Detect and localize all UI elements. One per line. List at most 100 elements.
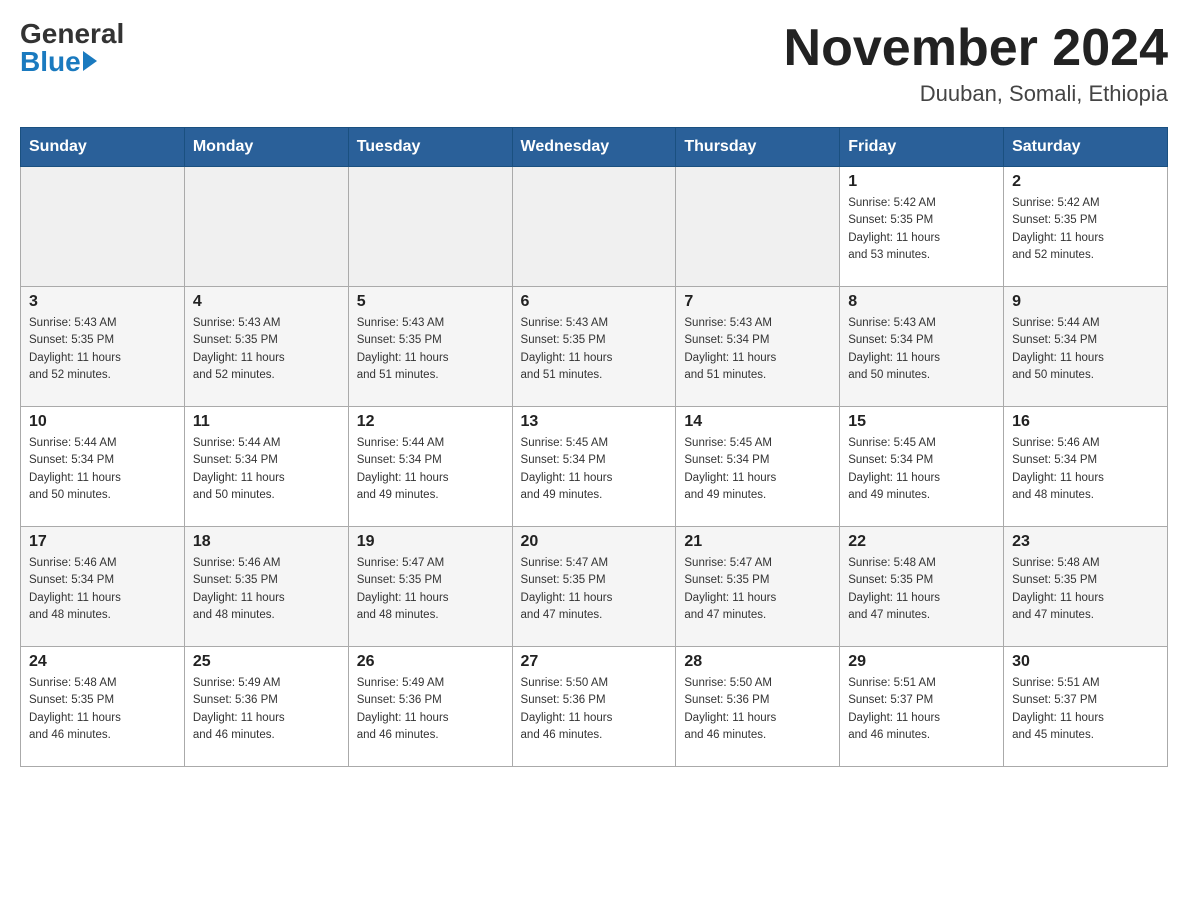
table-row: 25 Sunrise: 5:49 AM Sunset: 5:36 PM Dayli… xyxy=(184,647,348,767)
day-number: 8 xyxy=(848,293,995,311)
day-number: 5 xyxy=(357,293,504,311)
day-info: Sunrise: 5:45 AM Sunset: 5:34 PM Dayligh… xyxy=(521,435,668,504)
calendar-week-row: 17 Sunrise: 5:46 AM Sunset: 5:34 PM Dayli… xyxy=(21,527,1168,647)
day-info: Sunrise: 5:43 AM Sunset: 5:34 PM Dayligh… xyxy=(684,315,831,384)
table-row xyxy=(676,167,840,287)
table-row: 10 Sunrise: 5:44 AM Sunset: 5:34 PM Dayli… xyxy=(21,407,185,527)
day-number: 12 xyxy=(357,413,504,431)
day-number: 26 xyxy=(357,653,504,671)
table-row: 8 Sunrise: 5:43 AM Sunset: 5:34 PM Daylig… xyxy=(840,287,1004,407)
day-info: Sunrise: 5:46 AM Sunset: 5:34 PM Dayligh… xyxy=(1012,435,1159,504)
day-info: Sunrise: 5:51 AM Sunset: 5:37 PM Dayligh… xyxy=(1012,675,1159,744)
day-number: 27 xyxy=(521,653,668,671)
day-info: Sunrise: 5:43 AM Sunset: 5:35 PM Dayligh… xyxy=(29,315,176,384)
day-info: Sunrise: 5:42 AM Sunset: 5:35 PM Dayligh… xyxy=(1012,195,1159,264)
title-section: November 2024 Duuban, Somali, Ethiopia xyxy=(784,20,1168,107)
day-number: 16 xyxy=(1012,413,1159,431)
day-info: Sunrise: 5:48 AM Sunset: 5:35 PM Dayligh… xyxy=(848,555,995,624)
day-info: Sunrise: 5:47 AM Sunset: 5:35 PM Dayligh… xyxy=(521,555,668,624)
table-row: 4 Sunrise: 5:43 AM Sunset: 5:35 PM Daylig… xyxy=(184,287,348,407)
page-header: General Blue November 2024 Duuban, Somal… xyxy=(20,20,1168,107)
calendar-header-row: Sunday Monday Tuesday Wednesday Thursday… xyxy=(21,128,1168,167)
calendar-week-row: 1 Sunrise: 5:42 AM Sunset: 5:35 PM Daylig… xyxy=(21,167,1168,287)
day-number: 19 xyxy=(357,533,504,551)
table-row: 12 Sunrise: 5:44 AM Sunset: 5:34 PM Dayli… xyxy=(348,407,512,527)
day-info: Sunrise: 5:44 AM Sunset: 5:34 PM Dayligh… xyxy=(29,435,176,504)
header-tuesday: Tuesday xyxy=(348,128,512,167)
day-info: Sunrise: 5:48 AM Sunset: 5:35 PM Dayligh… xyxy=(1012,555,1159,624)
table-row: 20 Sunrise: 5:47 AM Sunset: 5:35 PM Dayli… xyxy=(512,527,676,647)
day-info: Sunrise: 5:43 AM Sunset: 5:35 PM Dayligh… xyxy=(357,315,504,384)
logo: General Blue xyxy=(20,20,124,76)
header-friday: Friday xyxy=(840,128,1004,167)
day-info: Sunrise: 5:44 AM Sunset: 5:34 PM Dayligh… xyxy=(193,435,340,504)
day-info: Sunrise: 5:45 AM Sunset: 5:34 PM Dayligh… xyxy=(848,435,995,504)
table-row: 11 Sunrise: 5:44 AM Sunset: 5:34 PM Dayli… xyxy=(184,407,348,527)
day-number: 2 xyxy=(1012,173,1159,191)
month-year-title: November 2024 xyxy=(784,20,1168,77)
day-number: 24 xyxy=(29,653,176,671)
day-number: 6 xyxy=(521,293,668,311)
day-number: 29 xyxy=(848,653,995,671)
day-info: Sunrise: 5:46 AM Sunset: 5:35 PM Dayligh… xyxy=(193,555,340,624)
table-row: 16 Sunrise: 5:46 AM Sunset: 5:34 PM Dayli… xyxy=(1004,407,1168,527)
day-info: Sunrise: 5:43 AM Sunset: 5:35 PM Dayligh… xyxy=(193,315,340,384)
day-number: 17 xyxy=(29,533,176,551)
table-row: 5 Sunrise: 5:43 AM Sunset: 5:35 PM Daylig… xyxy=(348,287,512,407)
table-row: 2 Sunrise: 5:42 AM Sunset: 5:35 PM Daylig… xyxy=(1004,167,1168,287)
day-number: 25 xyxy=(193,653,340,671)
table-row: 14 Sunrise: 5:45 AM Sunset: 5:34 PM Dayli… xyxy=(676,407,840,527)
table-row: 27 Sunrise: 5:50 AM Sunset: 5:36 PM Dayli… xyxy=(512,647,676,767)
day-number: 10 xyxy=(29,413,176,431)
day-number: 3 xyxy=(29,293,176,311)
logo-general-text: General xyxy=(20,20,124,48)
day-info: Sunrise: 5:43 AM Sunset: 5:35 PM Dayligh… xyxy=(521,315,668,384)
day-number: 20 xyxy=(521,533,668,551)
table-row: 3 Sunrise: 5:43 AM Sunset: 5:35 PM Daylig… xyxy=(21,287,185,407)
day-number: 14 xyxy=(684,413,831,431)
day-number: 18 xyxy=(193,533,340,551)
header-monday: Monday xyxy=(184,128,348,167)
logo-blue-text: Blue xyxy=(20,48,81,76)
table-row xyxy=(348,167,512,287)
table-row: 18 Sunrise: 5:46 AM Sunset: 5:35 PM Dayli… xyxy=(184,527,348,647)
table-row: 9Sunrise: 5:44 AM Sunset: 5:34 PM Daylig… xyxy=(1004,287,1168,407)
header-thursday: Thursday xyxy=(676,128,840,167)
table-row: 30Sunrise: 5:51 AM Sunset: 5:37 PM Dayli… xyxy=(1004,647,1168,767)
day-info: Sunrise: 5:46 AM Sunset: 5:34 PM Dayligh… xyxy=(29,555,176,624)
day-number: 4 xyxy=(193,293,340,311)
table-row: 13 Sunrise: 5:45 AM Sunset: 5:34 PM Dayli… xyxy=(512,407,676,527)
day-info: Sunrise: 5:50 AM Sunset: 5:36 PM Dayligh… xyxy=(521,675,668,744)
location-subtitle: Duuban, Somali, Ethiopia xyxy=(784,81,1168,107)
table-row: 21Sunrise: 5:47 AM Sunset: 5:35 PM Dayli… xyxy=(676,527,840,647)
day-info: Sunrise: 5:43 AM Sunset: 5:34 PM Dayligh… xyxy=(848,315,995,384)
table-row: 23Sunrise: 5:48 AM Sunset: 5:35 PM Dayli… xyxy=(1004,527,1168,647)
day-number: 11 xyxy=(193,413,340,431)
table-row: 28 Sunrise: 5:50 AM Sunset: 5:36 PM Dayli… xyxy=(676,647,840,767)
day-number: 1 xyxy=(848,173,995,191)
calendar-week-row: 3 Sunrise: 5:43 AM Sunset: 5:35 PM Daylig… xyxy=(21,287,1168,407)
calendar-week-row: 24 Sunrise: 5:48 AM Sunset: 5:35 PM Dayli… xyxy=(21,647,1168,767)
day-info: Sunrise: 5:44 AM Sunset: 5:34 PM Dayligh… xyxy=(357,435,504,504)
table-row: 6 Sunrise: 5:43 AM Sunset: 5:35 PM Daylig… xyxy=(512,287,676,407)
table-row: 17 Sunrise: 5:46 AM Sunset: 5:34 PM Dayli… xyxy=(21,527,185,647)
day-info: Sunrise: 5:47 AM Sunset: 5:35 PM Dayligh… xyxy=(357,555,504,624)
header-sunday: Sunday xyxy=(21,128,185,167)
day-info: Sunrise: 5:45 AM Sunset: 5:34 PM Dayligh… xyxy=(684,435,831,504)
day-number: 28 xyxy=(684,653,831,671)
day-info: Sunrise: 5:44 AM Sunset: 5:34 PM Dayligh… xyxy=(1012,315,1159,384)
day-info: Sunrise: 5:50 AM Sunset: 5:36 PM Dayligh… xyxy=(684,675,831,744)
day-number: 13 xyxy=(521,413,668,431)
calendar-week-row: 10 Sunrise: 5:44 AM Sunset: 5:34 PM Dayli… xyxy=(21,407,1168,527)
day-info: Sunrise: 5:49 AM Sunset: 5:36 PM Dayligh… xyxy=(193,675,340,744)
day-info: Sunrise: 5:51 AM Sunset: 5:37 PM Dayligh… xyxy=(848,675,995,744)
table-row: 1Sunrise: 5:42 AM Sunset: 5:35 PM Daylig… xyxy=(840,167,1004,287)
table-row: 24 Sunrise: 5:48 AM Sunset: 5:35 PM Dayli… xyxy=(21,647,185,767)
table-row xyxy=(184,167,348,287)
table-row: 7 Sunrise: 5:43 AM Sunset: 5:34 PM Daylig… xyxy=(676,287,840,407)
day-number: 15 xyxy=(848,413,995,431)
day-number: 7 xyxy=(684,293,831,311)
day-number: 21 xyxy=(684,533,831,551)
day-info: Sunrise: 5:48 AM Sunset: 5:35 PM Dayligh… xyxy=(29,675,176,744)
table-row: 15 Sunrise: 5:45 AM Sunset: 5:34 PM Dayli… xyxy=(840,407,1004,527)
